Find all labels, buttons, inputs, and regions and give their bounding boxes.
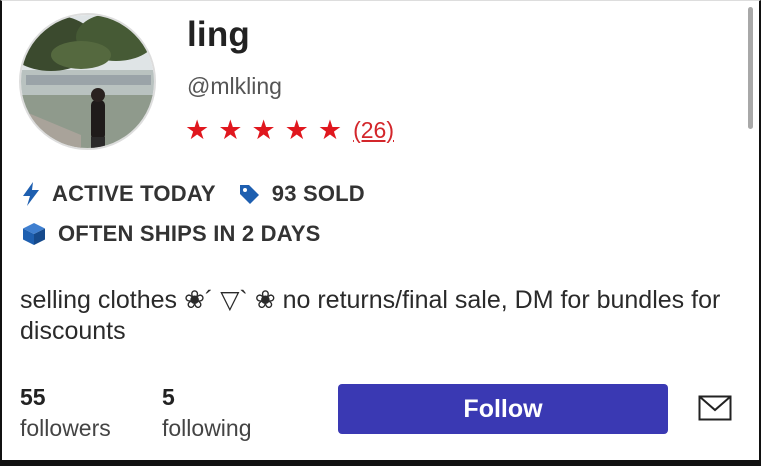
- mail-icon: [698, 395, 732, 421]
- follow-button[interactable]: Follow: [338, 384, 668, 434]
- avatar[interactable]: [19, 13, 156, 150]
- followers-count: 55: [20, 384, 46, 410]
- box-icon: [23, 223, 45, 245]
- profile-card: ling @mlkling ★ ★ ★ ★ ★ (26) ACTIVE TODA…: [0, 0, 761, 466]
- seller-name: ling: [187, 15, 251, 54]
- rating[interactable]: ★ ★ ★ ★ ★ (26): [185, 115, 394, 145]
- badge-active: ACTIVE TODAY: [22, 181, 216, 207]
- tag-icon: [239, 185, 259, 204]
- seller-bio: selling clothes ❀´ ▽` ❀ no returns/final…: [20, 286, 721, 345]
- star-icon: ★: [317, 115, 343, 145]
- badges-row: OFTEN SHIPS IN 2 DAYS: [22, 221, 343, 247]
- followers-stat[interactable]: 55 followers: [20, 383, 111, 445]
- badge-ships-label: OFTEN SHIPS IN 2 DAYS: [58, 221, 321, 246]
- badge-active-label: ACTIVE TODAY: [52, 181, 216, 206]
- seller-handle: @mlkling: [187, 73, 282, 99]
- badge-ships: OFTEN SHIPS IN 2 DAYS: [22, 221, 321, 247]
- badge-sold: 93 SOLD: [238, 181, 365, 207]
- badge-sold-label: 93 SOLD: [271, 181, 365, 206]
- following-stat[interactable]: 5 following: [162, 383, 252, 445]
- star-icon: ★: [218, 115, 243, 145]
- lightning-icon: [23, 182, 39, 206]
- avatar-photo: [21, 15, 154, 148]
- star-icon: ★: [185, 115, 210, 145]
- following-count: 5: [162, 384, 175, 410]
- star-icon: ★: [251, 115, 276, 145]
- followers-label: followers: [20, 415, 111, 441]
- scrollbar[interactable]: [748, 7, 753, 129]
- star-icon: ★: [284, 115, 309, 145]
- following-label: following: [162, 415, 252, 441]
- review-count-link[interactable]: (26): [353, 117, 394, 144]
- badges-row: ACTIVE TODAY 93 SOLD: [22, 181, 387, 207]
- message-button[interactable]: [698, 395, 732, 426]
